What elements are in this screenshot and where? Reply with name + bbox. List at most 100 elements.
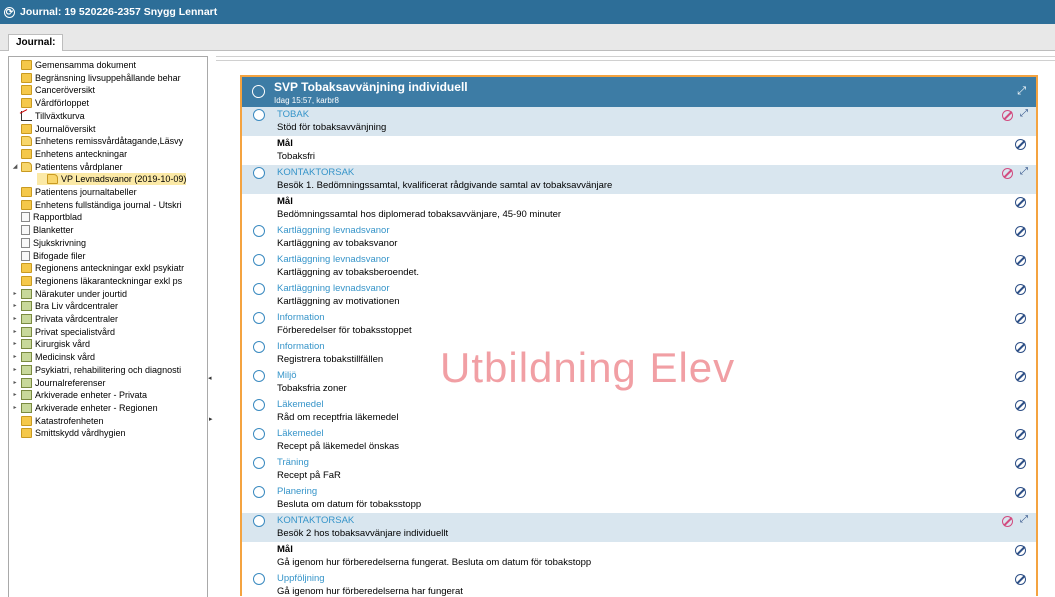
tree-item[interactable]: Enhetens anteckningar — [11, 148, 127, 160]
cancel-icon[interactable] — [1002, 168, 1013, 179]
care-plan-header[interactable]: SVP Tobaksavvänjning individuell Idag 15… — [242, 77, 1036, 107]
cancel-icon[interactable] — [1015, 284, 1026, 295]
tree-item[interactable]: Canceröversikt — [11, 84, 95, 96]
activity-row[interactable]: Uppföljning Gå igenom hur förberedelserna… — [242, 571, 1036, 596]
goal-row[interactable]: Mål Gå igenom hur förberedelserna fungera… — [242, 542, 1036, 571]
tree-item[interactable]: ▸ Medicinsk vård — [11, 351, 95, 363]
cancel-icon[interactable] — [1015, 429, 1026, 440]
expand-toggle-icon[interactable]: ▸ — [11, 364, 19, 376]
cancel-icon[interactable] — [1002, 110, 1013, 121]
panel-splitter[interactable]: ◂ ▸ — [208, 50, 215, 596]
row-select-radio[interactable] — [253, 225, 265, 237]
tree-item[interactable]: Enhetens fullständiga journal - Utskri — [11, 199, 182, 211]
row-select-radio[interactable] — [253, 254, 265, 266]
tree-item[interactable]: ▸ Närakuter under jourtid — [11, 288, 127, 300]
tree-item[interactable]: ▸ Privata vårdcentraler — [11, 313, 118, 325]
row-select-radio[interactable] — [253, 457, 265, 469]
activity-row[interactable]: Läkemedel Recept på läkemedel önskas — [242, 426, 1036, 455]
tree-item[interactable]: Regionens anteckningar exkl psykiatr — [11, 262, 184, 274]
tree-item[interactable]: Bifogade filer — [11, 250, 86, 262]
tree-item[interactable]: Journalöversikt — [11, 123, 96, 135]
tree-item[interactable]: Begränsning livsuppehållande behar — [11, 72, 181, 84]
cancel-icon[interactable] — [1002, 516, 1013, 527]
tree-item[interactable]: ▸ Privat specialistvård — [11, 326, 115, 338]
row-select-radio[interactable] — [253, 486, 265, 498]
tree-item[interactable]: Patientens journaltabeller — [11, 186, 137, 198]
expand-toggle-icon[interactable]: ◢ — [11, 161, 19, 173]
category-row[interactable]: TOBAK Stöd för tobaksavvänjning ⤢ — [242, 107, 1036, 136]
tree-item[interactable]: Sjukskrivning — [11, 237, 86, 249]
expand-icon[interactable]: ⤢ — [1020, 514, 1028, 525]
row-select-radio[interactable] — [253, 370, 265, 382]
row-select-radio[interactable] — [253, 109, 265, 121]
expand-icon[interactable]: ⤢ — [1020, 166, 1028, 177]
cancel-icon[interactable] — [1015, 342, 1026, 353]
cancel-icon[interactable] — [1015, 545, 1026, 556]
cancel-icon[interactable] — [1015, 487, 1026, 498]
activity-row[interactable]: Träning Recept på FaR — [242, 455, 1036, 484]
cancel-icon[interactable] — [1015, 226, 1026, 237]
cancel-icon[interactable] — [1015, 371, 1026, 382]
cancel-icon[interactable] — [1015, 197, 1026, 208]
tab-journal[interactable]: Journal: — [8, 34, 64, 51]
activity-row[interactable]: Kartläggning levnadsvanor Kartläggning av… — [242, 223, 1036, 252]
tree-item[interactable]: Smittskydd vårdhygien — [11, 427, 126, 439]
tree-item[interactable]: ▸ Journalreferenser — [11, 377, 106, 389]
tree-item[interactable]: Tillväxtkurva — [11, 110, 85, 122]
row-select-radio[interactable] — [253, 283, 265, 295]
expand-toggle-icon[interactable]: ▸ — [11, 338, 19, 350]
tree-item[interactable]: ▸ Bra Liv vårdcentraler — [11, 300, 118, 312]
activity-row[interactable]: Information Förberedelser för tobaksstopp… — [242, 310, 1036, 339]
cancel-icon[interactable] — [1015, 313, 1026, 324]
expand-toggle-icon[interactable]: ▸ — [11, 313, 19, 325]
cancel-icon[interactable] — [1015, 255, 1026, 266]
tree-item[interactable]: ▸ Arkiverade enheter - Regionen — [11, 402, 158, 414]
row-select-radio[interactable] — [253, 312, 265, 324]
activity-row[interactable]: Miljö Tobaksfria zoner — [242, 368, 1036, 397]
expand-icon[interactable]: ⤢ — [1020, 108, 1028, 119]
row-select-radio[interactable] — [253, 341, 265, 353]
activity-row[interactable]: Läkemedel Råd om receptfria läkemedel — [242, 397, 1036, 426]
expand-toggle-icon[interactable]: ▸ — [11, 389, 19, 401]
activity-row[interactable]: Planering Besluta om datum för tobaksstop… — [242, 484, 1036, 513]
collapse-left-arrow-icon[interactable]: ◂ — [208, 374, 212, 382]
cancel-icon[interactable] — [1015, 458, 1026, 469]
expand-icon[interactable]: ⤢ — [1017, 85, 1026, 98]
activity-row[interactable]: Information Registrera tobakstillfällen — [242, 339, 1036, 368]
journal-tree-panel[interactable]: Gemensamma dokument Begränsning livsuppeh… — [8, 56, 208, 597]
tree-item[interactable]: Regionens läkaranteckningar exkl ps — [11, 275, 182, 287]
tree-item[interactable]: ▸ Kirurgisk vård — [11, 338, 90, 350]
row-select-radio[interactable] — [253, 428, 265, 440]
activity-row[interactable]: Kartläggning levnadsvanor Kartläggning av… — [242, 281, 1036, 310]
expand-toggle-icon[interactable]: ▸ — [11, 377, 19, 389]
goal-row[interactable]: Mål Bedömningssamtal hos diplomerad tobak… — [242, 194, 1036, 223]
tree-item[interactable]: Blanketter — [11, 224, 74, 236]
row-select-radio[interactable] — [253, 515, 265, 527]
row-select-radio[interactable] — [253, 167, 265, 179]
expand-toggle-icon[interactable]: ▸ — [11, 326, 19, 338]
tree-item[interactable]: ◢ Patientens vårdplaner — [11, 161, 123, 173]
category-row[interactable]: KONTAKTORSAK Besök 1. Bedömningssamtal, k… — [242, 165, 1036, 194]
expand-toggle-icon[interactable]: ▸ — [11, 351, 19, 363]
expand-toggle-icon[interactable]: ▸ — [11, 402, 19, 414]
row-select-radio[interactable] — [253, 399, 265, 411]
expand-toggle-icon[interactable]: ▸ — [11, 288, 19, 300]
care-plan-select-radio[interactable] — [252, 85, 265, 98]
row-select-radio[interactable] — [253, 573, 265, 585]
activity-row[interactable]: Kartläggning levnadsvanor Kartläggning av… — [242, 252, 1036, 281]
category-row[interactable]: KONTAKTORSAK Besök 2 hos tobaksavvänjare … — [242, 513, 1036, 542]
cancel-icon[interactable] — [1015, 139, 1026, 150]
tree-item[interactable]: Rapportblad — [11, 211, 82, 223]
tree-item[interactable]: ▸ Psykiatri, rehabilitering och diagnosti — [11, 364, 181, 376]
tree-item[interactable]: ▸ Arkiverade enheter - Privata — [11, 389, 147, 401]
tree-item[interactable]: VP Levnadsvanor (2019-10-09) — [37, 173, 187, 186]
cancel-icon[interactable] — [1015, 574, 1026, 585]
tree-item[interactable]: Enhetens remissvårdåtagande,Läsvy — [11, 135, 183, 147]
tree-item[interactable]: Gemensamma dokument — [11, 59, 136, 71]
expand-toggle-icon[interactable]: ▸ — [11, 300, 19, 312]
goal-row[interactable]: Mål Tobaksfri — [242, 136, 1036, 165]
tree-item[interactable]: Vårdförloppet — [11, 97, 89, 109]
tree-item[interactable]: Katastrofenheten — [11, 415, 104, 427]
cancel-icon[interactable] — [1015, 400, 1026, 411]
expand-right-arrow-icon[interactable]: ▸ — [209, 415, 213, 423]
